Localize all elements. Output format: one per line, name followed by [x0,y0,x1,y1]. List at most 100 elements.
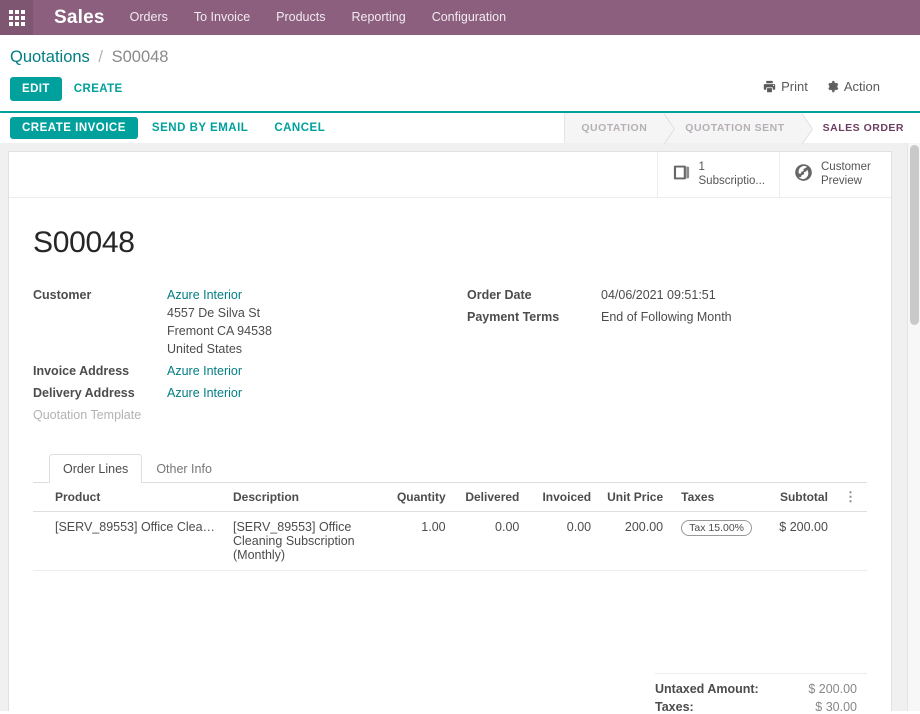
control-panel-buttons: EDIT CREATE Print Action [10,72,910,111]
smart-button-customer-preview-text: Customer Preview [821,161,871,188]
print-menu[interactable]: Print [763,79,808,94]
stage-quotation[interactable]: QUOTATION [565,113,676,145]
field-payment-terms-label: Payment Terms [467,310,560,324]
invoice-address-link[interactable]: Azure Interior [167,362,242,380]
field-delivery-address-value: Azure Interior [167,384,242,402]
nav-item-reporting[interactable]: Reporting [338,0,418,35]
nav-item-to-invoice[interactable]: To Invoice [181,0,263,35]
cell-product[interactable]: [SERV_89553] Office Cleaning ... [33,511,225,571]
order-lines-header: Product Description Quantity Delivered I… [33,483,867,512]
field-column-right: Order Date 04/06/2021 09:51:51 Payment T… [450,286,867,428]
totals-section: Untaxed Amount: $ 200.00 Taxes: $ 30.00 … [33,673,867,711]
scrollbar-thumb[interactable] [910,145,919,325]
untaxed-amount-row: Untaxed Amount: $ 200.00 [655,680,867,698]
subscription-count: 1 [698,161,705,173]
customer-city-state-zip: Fremont CA 94538 [167,324,272,338]
printer-icon [763,80,776,93]
col-description[interactable]: Description [225,483,385,512]
nav-item-products[interactable]: Products [263,0,338,35]
field-invoice-address-label: Invoice Address [33,364,130,378]
delivery-address-link[interactable]: Azure Interior [167,384,242,402]
field-customer-value: Azure Interior 4557 De Silva St Fremont … [167,286,272,358]
form-sheet: 1 Subscriptio... Customer Preview S00048 [8,151,892,711]
top-navbar: Sales Orders To Invoice Products Reporti… [0,0,920,35]
create-button[interactable]: CREATE [62,77,135,101]
tab-other-info[interactable]: Other Info [142,454,226,483]
nav-item-orders[interactable]: Orders [117,0,181,35]
vertical-dots-icon: ⋮ [843,489,857,504]
smart-buttons-bar: 1 Subscriptio... Customer Preview [9,152,891,198]
untaxed-amount-label: Untaxed Amount: [655,682,759,696]
col-unit-price[interactable]: Unit Price [599,483,672,512]
taxes-label: Taxes: [655,700,694,711]
control-panel: Quotations / S00048 EDIT CREATE Print Ac… [0,35,920,111]
notebook-tabs: Order Lines Other Info [33,454,867,483]
col-quantity[interactable]: Quantity [384,483,454,512]
field-customer: Customer Azure Interior 4557 De Silva St… [33,286,450,358]
field-invoice-address-value: Azure Interior [167,362,242,380]
app-brand-sales[interactable]: Sales [33,7,117,29]
taxes-row: Taxes: $ 30.00 [655,698,867,711]
col-invoiced[interactable]: Invoiced [527,483,600,512]
product-name: [SERV_89553] Office Cleaning ... [55,520,217,534]
smart-button-customer-preview[interactable]: Customer Preview [779,152,891,197]
cell-description[interactable]: [SERV_89553] Office Cleaning Subscriptio… [225,511,385,571]
customer-preview-label: Preview [821,174,862,187]
customer-country: United States [167,342,243,356]
stage-sales-order[interactable]: SALES ORDER [800,113,920,143]
cell-unit-price[interactable]: 200.00 [599,511,672,571]
cell-quantity[interactable]: 1.00 [384,511,454,571]
navbar-menu: Orders To Invoice Products Reporting Con… [117,0,519,35]
grid-apps-icon [8,9,25,26]
col-delivered[interactable]: Delivered [453,483,528,512]
field-quotation-template-label: Quotation Template [33,408,142,422]
apps-menu-toggle[interactable] [0,0,33,35]
table-header-row: Product Description Quantity Delivered I… [33,483,867,512]
col-subtotal[interactable]: Subtotal [764,483,836,512]
breadcrumb: Quotations / S00048 [10,35,910,72]
smart-button-subscriptions[interactable]: 1 Subscriptio... [656,152,779,197]
field-order-date: Order Date 04/06/2021 09:51:51 [467,286,867,304]
breadcrumb-quotations[interactable]: Quotations [10,48,90,66]
customer-street: 4557 De Silva St [167,306,261,320]
page-title: S00048 [33,226,135,259]
edit-button[interactable]: EDIT [10,77,62,101]
cell-invoiced[interactable]: 0.00 [527,511,600,571]
statusbar: CREATE INVOICE SEND BY EMAIL CANCEL QUOT… [0,111,920,145]
form-sheet-background: 1 Subscriptio... Customer Preview S00048 [0,143,920,711]
col-product[interactable]: Product [33,483,225,512]
cell-row-options[interactable] [835,511,867,571]
breadcrumb-separator: / [98,48,103,66]
table-row[interactable]: [SERV_89553] Office Cleaning ... [SERV_8… [33,511,867,571]
field-order-date-value: 04/06/2021 09:51:51 [601,288,716,302]
stage-quotation-sent[interactable]: QUOTATION SENT [663,113,814,145]
create-invoice-button[interactable]: CREATE INVOICE [10,117,138,139]
customer-preview-value: Customer [821,161,871,173]
taxes-value: $ 30.00 [815,700,857,711]
totals-block: Untaxed Amount: $ 200.00 Taxes: $ 30.00 … [655,673,867,711]
field-quotation-template: Quotation Template [33,406,450,424]
field-invoice-address: Invoice Address Azure Interior [33,362,450,380]
field-delivery-address-label: Delivery Address [33,386,135,400]
field-delivery-address: Delivery Address Azure Interior [33,384,450,402]
statusbar-buttons: CREATE INVOICE SEND BY EMAIL CANCEL [0,113,337,143]
send-by-email-button[interactable]: SEND BY EMAIL [140,117,260,139]
tab-order-lines[interactable]: Order Lines [49,454,143,483]
smart-button-subscriptions-text: 1 Subscriptio... [699,161,765,188]
col-taxes[interactable]: Taxes [671,483,765,512]
status-pipeline: QUOTATION QUOTATION SENT SALES ORDER [564,113,920,145]
cell-delivered[interactable]: 0.00 [453,511,528,571]
column-options-button[interactable]: ⋮ [835,483,867,512]
customer-link[interactable]: Azure Interior [167,286,272,304]
order-lines-body: [SERV_89553] Office Cleaning ... [SERV_8… [33,511,867,571]
vertical-scrollbar[interactable] [907,143,920,711]
sheet-body: S00048 Customer Azure Interior 4557 De S… [9,198,891,711]
cancel-button[interactable]: CANCEL [262,117,337,139]
nav-item-configuration[interactable]: Configuration [419,0,519,35]
control-panel-right-actions: Print Action [763,79,880,94]
subscription-label: Subscriptio... [698,174,765,187]
cell-subtotal: $ 200.00 [764,511,836,571]
book-icon [672,163,691,187]
action-menu[interactable]: Action [826,79,880,94]
cell-taxes[interactable]: Tax 15.00% [671,511,765,571]
